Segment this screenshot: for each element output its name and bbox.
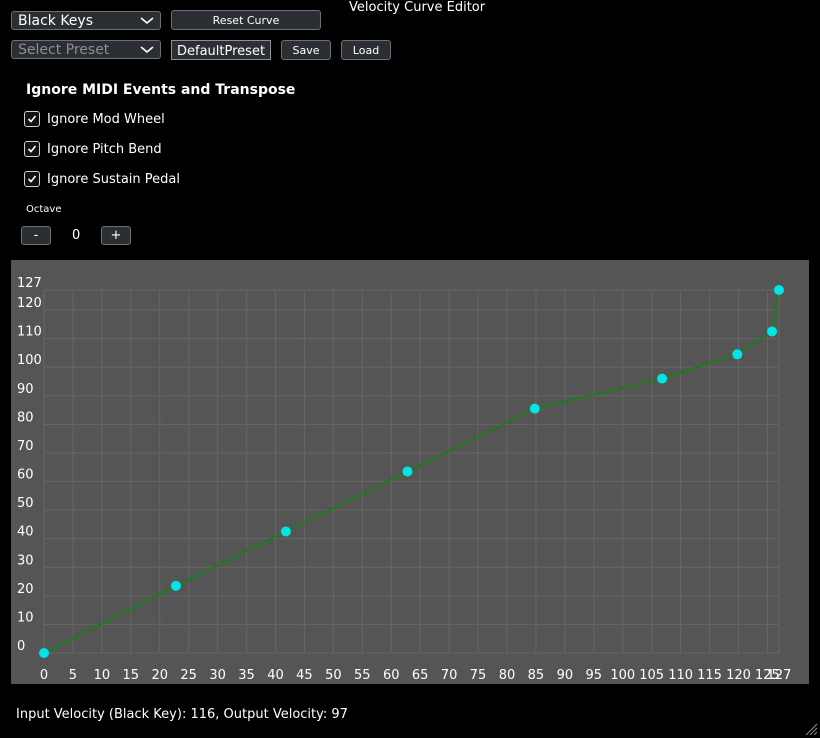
x-tick-label: 85	[528, 668, 545, 683]
y-tick-label: 10	[17, 610, 34, 625]
curve-control-point[interactable]	[732, 349, 743, 360]
octave-plus-button[interactable]: +	[101, 226, 131, 245]
chevron-down-icon	[140, 45, 154, 55]
load-button[interactable]: Load	[341, 40, 391, 60]
y-tick-label: 90	[17, 382, 34, 397]
octave-minus-button[interactable]: -	[21, 226, 51, 245]
preset-name-input[interactable]: DefaultPreset	[171, 40, 271, 60]
y-tick-label: 127	[17, 276, 42, 291]
window-title: Velocity Curve Editor	[349, 0, 486, 15]
ignore-sustain-pedal-checkbox[interactable]: Ignore Sustain Pedal	[24, 171, 180, 187]
x-tick-label: 127	[767, 668, 792, 683]
chevron-down-icon	[140, 16, 154, 26]
ignore-sustain-pedal-label: Ignore Sustain Pedal	[47, 171, 180, 187]
x-tick-label: 100	[610, 668, 635, 683]
x-tick-label: 90	[557, 668, 574, 683]
curve-control-point[interactable]	[767, 326, 778, 337]
x-tick-label: 105	[639, 668, 664, 683]
checkbox-check-icon	[24, 111, 40, 127]
x-tick-label: 115	[697, 668, 722, 683]
x-tick-label: 15	[123, 668, 140, 683]
status-bar-text: Input Velocity (Black Key): 116, Output …	[16, 707, 348, 722]
x-tick-label: 120	[726, 668, 751, 683]
x-tick-label: 75	[470, 668, 487, 683]
save-button[interactable]: Save	[281, 40, 331, 60]
resize-grip-icon[interactable]	[804, 722, 818, 736]
curve-control-point[interactable]	[39, 648, 49, 658]
x-tick-label: 20	[151, 668, 168, 683]
y-tick-label: 110	[17, 325, 42, 340]
curve-control-point[interactable]	[280, 526, 291, 537]
y-tick-label: 50	[17, 496, 34, 511]
x-tick-label: 35	[238, 668, 255, 683]
checkbox-check-icon	[24, 171, 40, 187]
x-tick-label: 110	[668, 668, 693, 683]
y-tick-label: 70	[17, 439, 34, 454]
octave-label: Octave	[26, 204, 62, 215]
x-tick-label: 0	[40, 668, 48, 683]
octave-value: 0	[72, 228, 81, 243]
ignore-mod-wheel-checkbox[interactable]: Ignore Mod Wheel	[24, 111, 165, 127]
curve-control-point[interactable]	[657, 373, 668, 384]
y-tick-label: 100	[17, 353, 42, 368]
x-tick-label: 65	[412, 668, 429, 683]
y-tick-label: 60	[17, 468, 34, 483]
x-tick-label: 10	[94, 668, 111, 683]
x-tick-label: 50	[325, 668, 342, 683]
y-tick-label: 40	[17, 525, 34, 540]
curve-control-point[interactable]	[170, 580, 181, 591]
x-tick-label: 95	[586, 668, 603, 683]
y-tick-label: 20	[17, 582, 34, 597]
x-tick-label: 30	[209, 668, 226, 683]
x-tick-label: 80	[499, 668, 516, 683]
curve-control-point[interactable]	[529, 403, 540, 414]
curve-control-point[interactable]	[774, 285, 784, 295]
key-type-value: Black Keys	[18, 12, 94, 29]
y-tick-label: 30	[17, 553, 34, 568]
ignore-mod-wheel-label: Ignore Mod Wheel	[47, 111, 165, 127]
preset-dropdown[interactable]: Select Preset	[11, 40, 161, 59]
x-tick-label: 55	[354, 668, 371, 683]
ignore-section-title: Ignore MIDI Events and Transpose	[26, 82, 296, 98]
checkbox-check-icon	[24, 141, 40, 157]
x-tick-label: 60	[383, 668, 400, 683]
preset-placeholder: Select Preset	[18, 41, 110, 58]
reset-curve-button[interactable]: Reset Curve	[171, 10, 321, 30]
y-tick-label: 80	[17, 410, 34, 425]
x-tick-label: 70	[441, 668, 458, 683]
x-tick-label: 25	[180, 668, 197, 683]
key-type-dropdown[interactable]: Black Keys	[11, 11, 161, 30]
velocity-curve-chart[interactable]: 0 5 10 15 20 25 30 35 40 45 50 55 60 65 70 75 80 85 90 95 10…	[11, 260, 809, 684]
curve-control-point[interactable]	[402, 466, 413, 477]
ignore-pitch-bend-checkbox[interactable]: Ignore Pitch Bend	[24, 141, 162, 157]
x-tick-label: 40	[267, 668, 284, 683]
x-tick-label: 45	[296, 668, 313, 683]
y-tick-label: 120	[17, 296, 42, 311]
ignore-pitch-bend-label: Ignore Pitch Bend	[47, 141, 162, 157]
y-tick-label: 0	[17, 639, 25, 654]
x-tick-label: 5	[69, 668, 77, 683]
